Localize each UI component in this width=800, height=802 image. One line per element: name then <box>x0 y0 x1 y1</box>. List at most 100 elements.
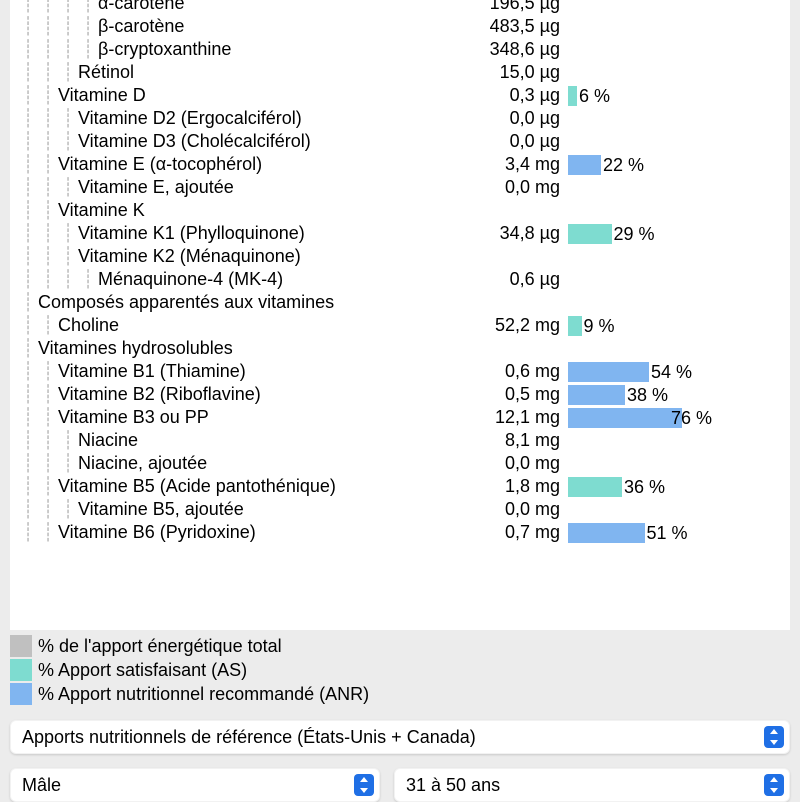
tree-guide: ┊ <box>58 177 78 199</box>
nutrients-panel: ┊┊┊┊α-carotène196,5 µg┊┊┊┊β-carotène483,… <box>10 0 790 630</box>
tree-guide: ┊ <box>18 338 38 360</box>
tree-guide: ┊ <box>38 177 58 199</box>
tree-guide: ┊ <box>18 0 38 15</box>
percent-label: 29 % <box>568 224 718 244</box>
tree-guide: ┊ <box>38 131 58 153</box>
tree-guide: ┊ <box>38 499 58 521</box>
tree-guide: ┊ <box>18 154 38 176</box>
nutrient-label: Vitamines hydrosolubles <box>38 338 233 359</box>
nutrient-value: 0,6 µg <box>418 269 568 290</box>
percent-bar-cell <box>568 292 718 314</box>
percent-bar-cell: 76 % <box>568 407 718 429</box>
nutrient-row: ┊┊┊Vitamine K1 (Phylloquinone)34,8 µg29 … <box>10 222 790 245</box>
nutrient-label: Vitamine D3 (Cholécalciférol) <box>78 131 311 152</box>
nutrient-label: Vitamine D <box>58 85 146 106</box>
tree-guide: ┊ <box>18 315 38 337</box>
percent-bar-cell: 51 % <box>568 522 718 544</box>
tree-guide: ┊ <box>38 407 58 429</box>
percent-bar-cell <box>568 499 718 521</box>
nutrient-row: ┊Vitamines hydrosolubles <box>10 337 790 360</box>
nutrient-row: ┊┊Choline52,2 mg9 % <box>10 314 790 337</box>
nutrient-value: 3,4 mg <box>418 154 568 175</box>
nutrient-value: 0,0 mg <box>418 453 568 474</box>
percent-bar-cell: 29 % <box>568 223 718 245</box>
tree-guide: ┊ <box>18 200 38 222</box>
nutrient-value: 1,8 mg <box>418 476 568 497</box>
nutrient-label: Choline <box>58 315 119 336</box>
tree-guide: ┊ <box>58 108 78 130</box>
percent-bar-cell <box>568 39 718 61</box>
tree-guide: ┊ <box>18 499 38 521</box>
percent-label: 6 % <box>568 86 718 106</box>
percent-label: 38 % <box>568 385 718 405</box>
nutrient-label: Vitamine B5, ajoutée <box>78 499 244 520</box>
tree-guide: ┊ <box>78 16 98 38</box>
tree-guide: ┊ <box>38 315 58 337</box>
nutrient-row: ┊┊Vitamine B5 (Acide pantothénique)1,8 m… <box>10 475 790 498</box>
percent-label: 36 % <box>568 477 718 497</box>
nutrient-label: Vitamine K1 (Phylloquinone) <box>78 223 305 244</box>
nutrient-label: Vitamine D2 (Ergocalciférol) <box>78 108 302 129</box>
nutrient-value: 0,5 mg <box>418 384 568 405</box>
tree-guide: ┊ <box>18 246 38 268</box>
percent-bar-cell <box>568 108 718 130</box>
nutrient-value: 12,1 mg <box>418 407 568 428</box>
tree-guide: ┊ <box>58 453 78 475</box>
tree-guide: ┊ <box>18 39 38 61</box>
tree-guide: ┊ <box>58 62 78 84</box>
percent-bar-cell: 22 % <box>568 154 718 176</box>
nutrient-value: 0,7 mg <box>418 522 568 543</box>
nutrient-row: ┊┊Vitamine B3 ou PP12,1 mg76 % <box>10 406 790 429</box>
nutrient-label: Vitamine E, ajoutée <box>78 177 234 198</box>
nutrient-row: ┊┊┊┊β-cryptoxanthine348,6 µg <box>10 38 790 61</box>
tree-guide: ┊ <box>18 361 38 383</box>
tree-guide: ┊ <box>38 453 58 475</box>
percent-bar-cell <box>568 16 718 38</box>
tree-guide: ┊ <box>18 476 38 498</box>
tree-guide: ┊ <box>58 16 78 38</box>
tree-guide: ┊ <box>38 223 58 245</box>
tree-guide: ┊ <box>18 453 38 475</box>
nutrient-value: 0,0 mg <box>418 177 568 198</box>
age-select[interactable]: 31 à 50 ans <box>394 768 790 802</box>
percent-bar-cell <box>568 200 718 222</box>
tree-guide: ┊ <box>18 177 38 199</box>
nutrient-label: Rétinol <box>78 62 134 83</box>
percent-label: 51 % <box>568 523 718 543</box>
nutrient-row: ┊┊Vitamine B2 (Riboflavine)0,5 mg38 % <box>10 383 790 406</box>
tree-guide: ┊ <box>38 62 58 84</box>
tree-guide: ┊ <box>78 0 98 15</box>
legend-ai: % Apport satisfaisant (AS) <box>10 658 790 682</box>
nutrient-label: β-cryptoxanthine <box>98 39 231 60</box>
percent-bar-cell: 38 % <box>568 384 718 406</box>
nutrient-label: Vitamine K2 (Ménaquinone) <box>78 246 301 267</box>
tree-guide: ┊ <box>18 108 38 130</box>
tree-guide: ┊ <box>18 62 38 84</box>
nutrient-value: 34,8 µg <box>418 223 568 244</box>
tree-guide: ┊ <box>38 246 58 268</box>
updown-icon <box>354 774 374 796</box>
nutrient-row: ┊┊┊Rétinol15,0 µg <box>10 61 790 84</box>
tree-guide: ┊ <box>58 430 78 452</box>
nutrient-value: 0,6 mg <box>418 361 568 382</box>
reference-select[interactable]: Apports nutritionnels de référence (État… <box>10 720 790 754</box>
updown-icon <box>764 774 784 796</box>
nutrient-row: ┊┊┊Vitamine E, ajoutée0,0 mg <box>10 176 790 199</box>
tree-guide: ┊ <box>58 246 78 268</box>
sex-select[interactable]: Mâle <box>10 768 380 802</box>
nutrient-label: Niacine <box>78 430 138 451</box>
nutrient-row: ┊┊Vitamine K <box>10 199 790 222</box>
percent-bar-cell: 54 % <box>568 361 718 383</box>
nutrient-row: ┊┊┊Niacine, ajoutée0,0 mg <box>10 452 790 475</box>
nutrient-row: ┊┊Vitamine B1 (Thiamine)0,6 mg54 % <box>10 360 790 383</box>
tree-guide: ┊ <box>38 522 58 544</box>
percent-label: 54 % <box>568 362 718 382</box>
percent-bar-cell: 6 % <box>568 85 718 107</box>
tree-guide: ┊ <box>78 269 98 291</box>
percent-bar-cell <box>568 430 718 452</box>
legend-energy: % de l'apport énergétique total <box>10 634 790 658</box>
legend-rda-label: % Apport nutritionnel recommandé (ANR) <box>38 684 369 705</box>
tree-guide: ┊ <box>58 269 78 291</box>
nutrient-value: 15,0 µg <box>418 62 568 83</box>
tree-guide: ┊ <box>38 269 58 291</box>
